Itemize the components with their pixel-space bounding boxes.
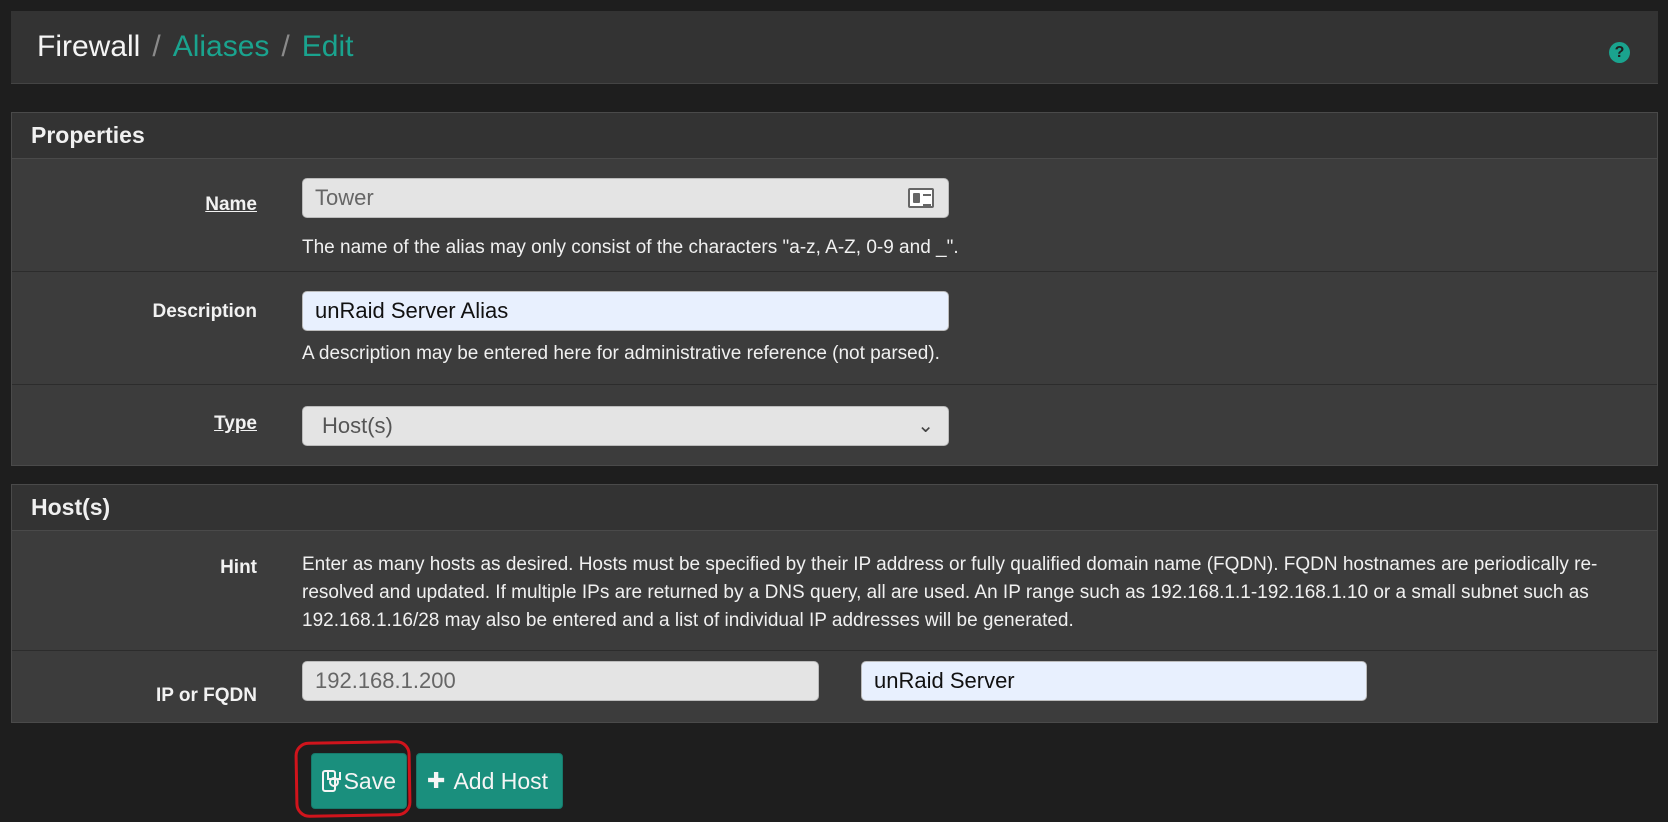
add-host-button-label: Add Host <box>453 767 549 794</box>
host-description-value: unRaid Server <box>874 668 1015 693</box>
ip-address-input[interactable]: 192.168.1.200 <box>302 661 819 701</box>
breadcrumb-aliases-link[interactable]: Aliases <box>173 30 270 64</box>
name-value: Tower <box>315 185 374 210</box>
name-label: Name <box>205 194 257 215</box>
type-select[interactable]: Host(s) ⌄ <box>302 406 949 446</box>
ip-fqdn-label: IP or FQDN <box>156 685 257 706</box>
properties-heading: Properties <box>12 113 1657 159</box>
description-help: A description may be entered here for ad… <box>302 343 940 364</box>
breadcrumb: Firewall / Aliases / Edit ? <box>11 11 1658 84</box>
id-card-icon <box>908 188 934 208</box>
hint-text: Enter as many hosts as desired. Hosts mu… <box>302 554 1598 631</box>
name-help: The name of the alias may only consist o… <box>302 237 959 258</box>
properties-panel: Properties Name Tower The name of the al… <box>11 112 1658 466</box>
name-input[interactable]: Tower <box>302 178 949 218</box>
breadcrumb-separator: / <box>281 30 290 63</box>
host-description-input[interactable]: unRaid Server <box>861 661 1367 701</box>
help-icon[interactable]: ? <box>1609 42 1630 63</box>
type-selected-value: Host(s) <box>322 413 393 438</box>
type-row: Type Host(s) ⌄ <box>12 385 1657 465</box>
hosts-heading: Host(s) <box>12 485 1657 531</box>
description-input[interactable]: unRaid Server Alias <box>302 291 949 331</box>
description-row: Description unRaid Server Alias A descri… <box>12 272 1657 385</box>
ip-address-value: 192.168.1.200 <box>315 668 456 693</box>
name-row: Name Tower The name of the alias may onl… <box>12 159 1657 272</box>
chevron-down-icon: ⌄ <box>917 415 934 437</box>
plus-icon: ✚ <box>427 768 446 793</box>
breadcrumb-edit-link[interactable]: Edit <box>302 30 354 64</box>
hint-row: Hint Enter as many hosts as desired. Hos… <box>12 531 1657 651</box>
hint-label: Hint <box>220 557 257 578</box>
description-value: unRaid Server Alias <box>315 298 509 323</box>
breadcrumb-separator: / <box>152 30 161 63</box>
save-highlight-annotation <box>294 739 412 819</box>
hosts-panel: Host(s) Hint Enter as many hosts as desi… <box>11 484 1658 723</box>
type-label: Type <box>214 413 257 434</box>
host-entry-row: IP or FQDN 192.168.1.200 unRaid Server <box>12 651 1657 722</box>
breadcrumb-firewall: Firewall <box>37 30 141 63</box>
add-host-button[interactable]: ✚ Add Host <box>416 753 563 809</box>
description-label: Description <box>152 301 257 322</box>
